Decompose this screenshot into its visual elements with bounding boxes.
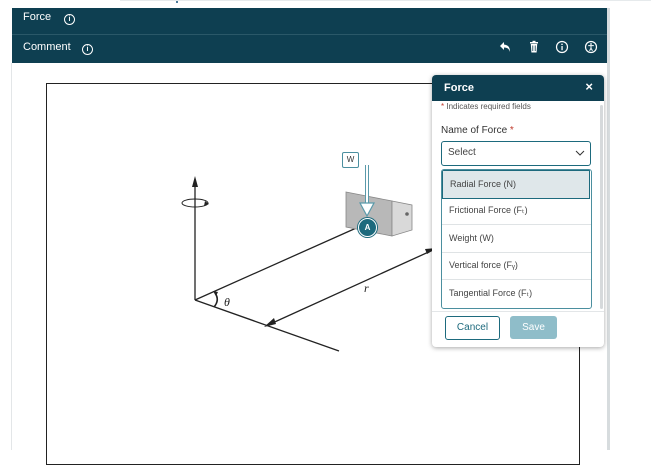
select-value: Select — [448, 147, 476, 158]
block-pin — [405, 212, 409, 216]
r-dimension-line — [267, 249, 434, 326]
panel-title: Force — [444, 82, 474, 94]
option-weight[interactable]: Weight (W) — [442, 225, 591, 253]
name-of-force-label: Name of Force * — [441, 125, 514, 136]
r-arrowhead-left — [264, 318, 276, 327]
axis-arrowhead — [192, 176, 198, 187]
panel-scrollbar[interactable] — [600, 105, 603, 309]
option-frictional-force[interactable]: Frictional Force (Fₜ) — [442, 197, 591, 225]
required-note-text: Indicates required fields — [444, 102, 531, 111]
rod-line — [194, 224, 364, 301]
force-name-select[interactable]: Select — [441, 141, 591, 166]
point-a-marker[interactable]: A — [358, 218, 377, 237]
cancel-button[interactable]: Cancel — [445, 316, 500, 340]
option-tangential-force[interactable]: Tangential Force (Fₜ) — [442, 280, 591, 307]
option-vertical-force[interactable]: Vertical force (Fᵧ) — [442, 252, 591, 280]
weight-label-marker[interactable]: W — [342, 152, 359, 168]
chevron-down-icon — [575, 145, 585, 160]
save-button[interactable]: Save — [510, 316, 557, 339]
required-note: * Indicates required fields — [441, 102, 531, 111]
force-options-list: Radial Force (N) Frictional Force (Fₜ) W… — [441, 169, 592, 309]
panel-header: Force × — [432, 75, 604, 101]
force-panel: Force × * Indicates required fields Name… — [432, 75, 604, 347]
r-label: r — [364, 281, 369, 295]
panel-footer-divider — [432, 311, 604, 312]
option-radial-force[interactable]: Radial Force (N) — [442, 170, 590, 199]
field-label-text: Name of Force — [441, 125, 510, 136]
theta-label: θ — [224, 295, 230, 309]
block-side — [391, 200, 413, 237]
close-icon[interactable]: × — [585, 80, 593, 94]
field-required-star: * — [509, 125, 514, 136]
